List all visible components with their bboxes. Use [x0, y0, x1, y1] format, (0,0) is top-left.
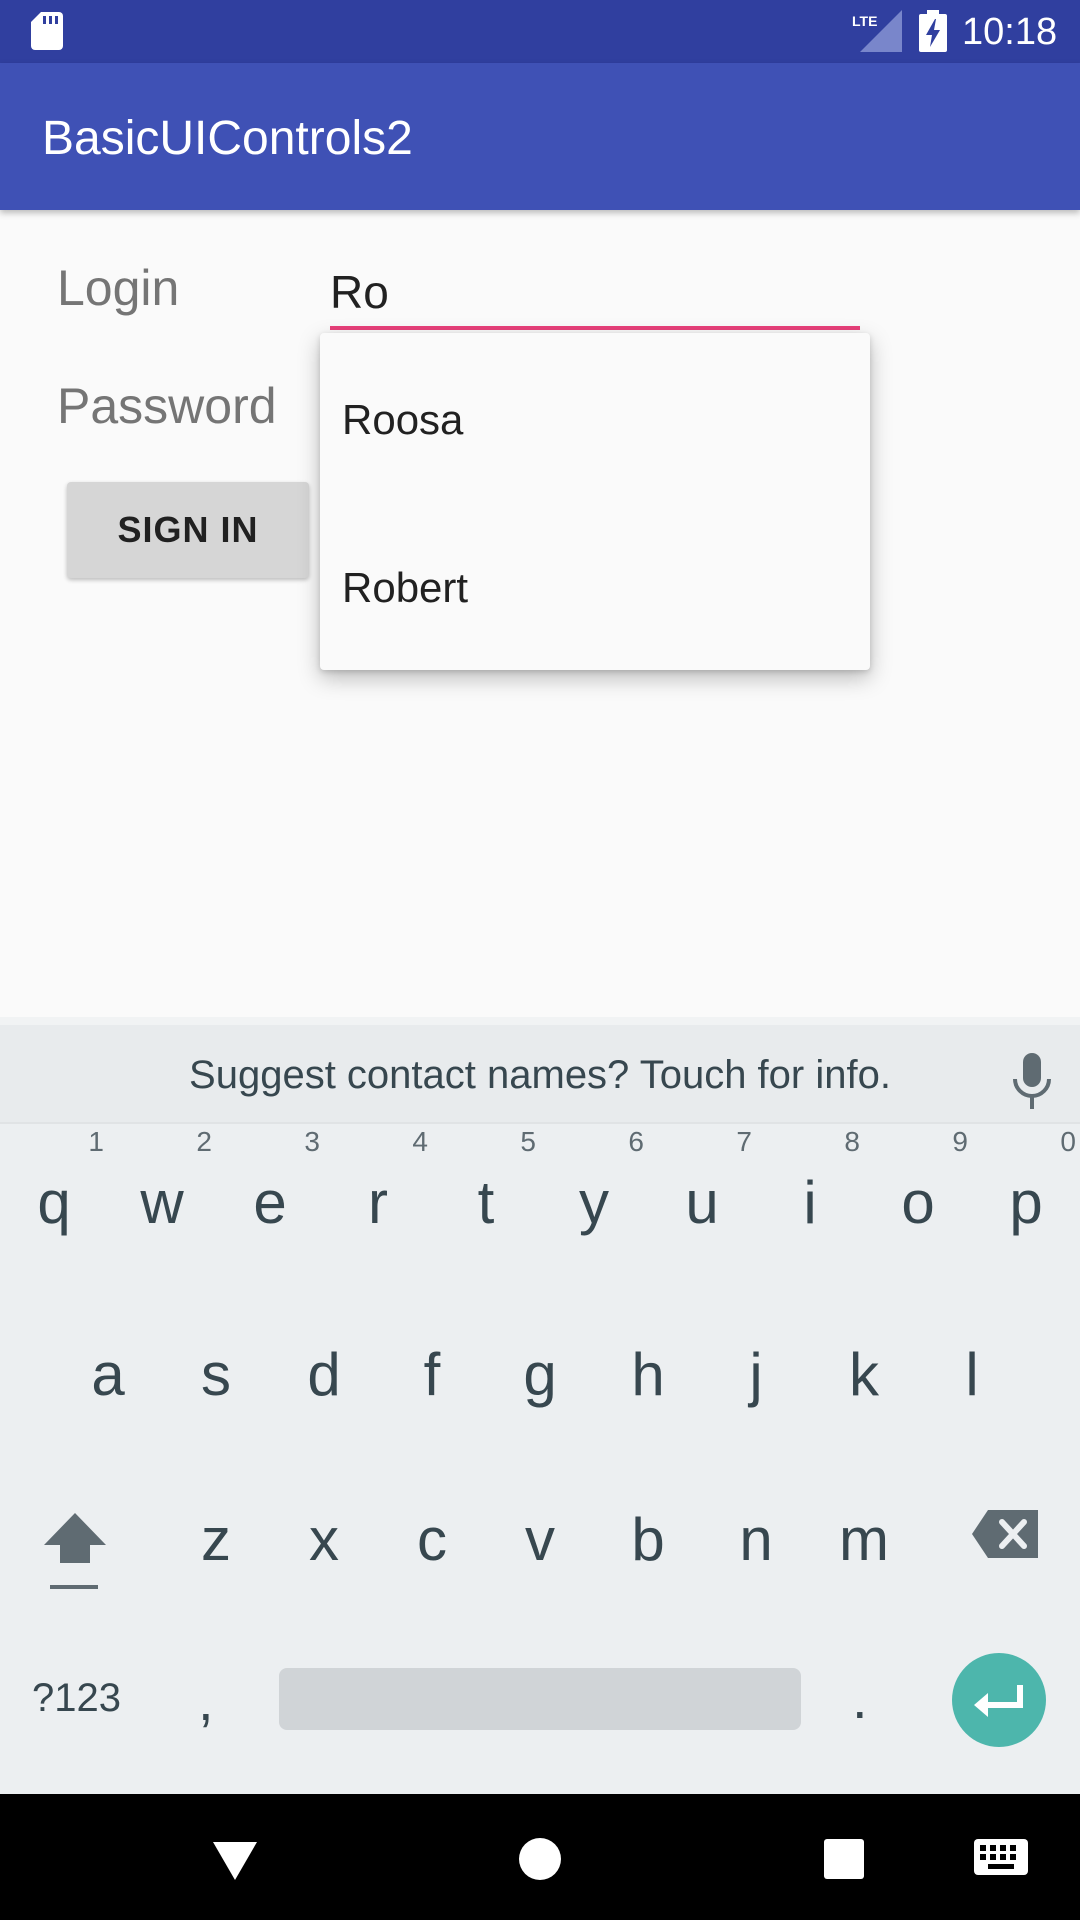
key-r[interactable]: 4r: [324, 1126, 432, 1278]
key-y-char: y: [579, 1169, 609, 1236]
key-q-char: q: [37, 1169, 71, 1236]
key-n[interactable]: n: [702, 1455, 810, 1605]
key-k[interactable]: k: [810, 1290, 918, 1440]
enter-arrow-icon: [974, 1685, 1023, 1717]
sign-in-button[interactable]: SIGN IN: [67, 482, 309, 578]
key-m[interactable]: m: [810, 1455, 918, 1605]
key-b-char: b: [631, 1506, 665, 1573]
key-q[interactable]: 1q: [0, 1126, 108, 1278]
key-r-char: r: [368, 1169, 388, 1236]
key-i-number: 8: [844, 1126, 860, 1157]
key-t-number: 5: [520, 1126, 536, 1157]
key-s-char: s: [201, 1341, 231, 1408]
navigation-bar: [0, 1794, 1080, 1920]
key-y[interactable]: 6y: [540, 1126, 648, 1278]
key-r-number: 4: [412, 1126, 428, 1157]
key-w[interactable]: 2w: [108, 1126, 216, 1278]
key-o-char: o: [901, 1169, 935, 1236]
key-c-char: c: [417, 1506, 447, 1573]
key-l-char: l: [965, 1341, 979, 1408]
autocomplete-item-roosa[interactable]: Roosa: [342, 395, 463, 445]
key-f[interactable]: f: [378, 1290, 486, 1440]
password-label: Password: [57, 378, 277, 434]
key-j-char: j: [749, 1341, 763, 1408]
key-w-char: w: [140, 1169, 184, 1236]
key-j[interactable]: j: [702, 1290, 810, 1440]
network-type-label: LTE: [852, 13, 877, 29]
key-e[interactable]: 3e: [216, 1126, 324, 1278]
key-e-number: 3: [304, 1126, 320, 1157]
key-e-char: e: [253, 1169, 287, 1236]
login-input[interactable]: [330, 258, 860, 330]
key-b[interactable]: b: [594, 1455, 702, 1605]
microphone-icon[interactable]: [1008, 1053, 1056, 1109]
key-g-char: g: [523, 1341, 557, 1408]
key-d[interactable]: d: [270, 1290, 378, 1440]
key-u[interactable]: 7u: [648, 1126, 756, 1278]
key-z[interactable]: z: [162, 1455, 270, 1605]
key-u-char: u: [685, 1169, 719, 1236]
key-p[interactable]: 0p: [972, 1126, 1080, 1278]
key-n-char: n: [739, 1506, 773, 1573]
key-a[interactable]: a: [54, 1290, 162, 1440]
key-q-number: 1: [88, 1126, 104, 1157]
key-z-char: z: [201, 1506, 231, 1573]
key-x[interactable]: x: [270, 1455, 378, 1605]
back-icon[interactable]: [213, 1838, 257, 1882]
home-icon[interactable]: [518, 1837, 562, 1881]
key-a-char: a: [91, 1341, 125, 1408]
recents-icon[interactable]: [824, 1839, 864, 1879]
suggestion-strip[interactable]: Suggest contact names? Touch for info.: [0, 1017, 1080, 1124]
key-g[interactable]: g: [486, 1290, 594, 1440]
key-i-char: i: [803, 1169, 817, 1236]
key-o-number: 9: [952, 1126, 968, 1157]
key-p-number: 0: [1060, 1126, 1076, 1157]
key-v[interactable]: v: [486, 1455, 594, 1605]
backspace-key-icon[interactable]: [970, 1508, 1040, 1560]
key-o[interactable]: 9o: [864, 1126, 972, 1278]
battery-charging-icon: [919, 10, 947, 52]
key-l[interactable]: l: [918, 1290, 1026, 1440]
clock: 10:18: [962, 11, 1058, 53]
key-y-number: 6: [628, 1126, 644, 1157]
key-t-char: t: [477, 1169, 495, 1236]
symbols-key[interactable]: ?123: [32, 1676, 121, 1721]
autocomplete-item-robert[interactable]: Robert: [342, 563, 468, 613]
comma-key[interactable]: ,: [198, 1668, 214, 1733]
enter-key[interactable]: [952, 1653, 1046, 1747]
suggestion-text[interactable]: Suggest contact names? Touch for info.: [0, 1053, 1080, 1098]
app-title: BasicUIControls2: [42, 112, 413, 165]
key-i[interactable]: 8i: [756, 1126, 864, 1278]
key-h[interactable]: h: [594, 1290, 702, 1440]
key-k-char: k: [849, 1341, 879, 1408]
autocomplete-dropdown: Roosa Robert: [320, 333, 870, 670]
login-label: Login: [57, 260, 180, 316]
key-x-char: x: [309, 1506, 339, 1573]
key-w-number: 2: [196, 1126, 212, 1157]
key-v-char: v: [525, 1506, 555, 1573]
key-p-char: p: [1009, 1169, 1043, 1236]
period-key[interactable]: .: [852, 1666, 868, 1731]
key-u-number: 7: [736, 1126, 752, 1157]
signal-icon: LTE: [852, 10, 902, 52]
sd-card-icon: [31, 12, 63, 50]
app-bar: BasicUIControls2: [0, 63, 1080, 210]
space-key[interactable]: [279, 1668, 801, 1730]
key-t[interactable]: 5t: [432, 1126, 540, 1278]
key-d-char: d: [307, 1341, 341, 1408]
shift-key-icon[interactable]: [40, 1505, 110, 1595]
key-f-char: f: [423, 1341, 441, 1408]
key-m-char: m: [839, 1506, 889, 1573]
keyboard-switch-icon[interactable]: [974, 1839, 1028, 1879]
key-h-char: h: [631, 1341, 665, 1408]
key-s[interactable]: s: [162, 1290, 270, 1440]
key-c[interactable]: c: [378, 1455, 486, 1605]
status-bar: LTE 10:18: [0, 0, 1080, 63]
